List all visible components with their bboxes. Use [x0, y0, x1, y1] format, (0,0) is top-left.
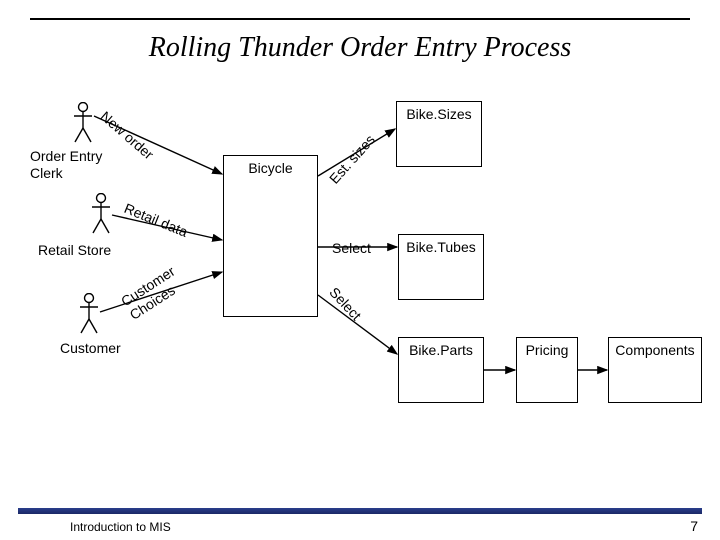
box-bikeparts: Bike.Parts [398, 337, 484, 403]
box-biketubes-label: Bike.Tubes [406, 239, 476, 255]
box-bicycle-label: Bicycle [248, 160, 292, 176]
top-rule [30, 18, 690, 20]
box-pricing: Pricing [516, 337, 578, 403]
box-components-label: Components [615, 342, 694, 358]
box-bikesizes: Bike.Sizes [396, 101, 482, 167]
slide: Rolling Thunder Order Entry Process Bicy… [0, 0, 720, 540]
box-bikesizes-label: Bike.Sizes [406, 106, 471, 122]
footer-right: 7 [690, 518, 698, 534]
edge-est-sizes: Est. sizes [326, 131, 378, 186]
edge-select-parts: Select [326, 284, 364, 323]
retail-icon [90, 193, 112, 235]
box-biketubes: Bike.Tubes [398, 234, 484, 300]
edge-retail-data: Retail data [122, 200, 190, 240]
slide-title: Rolling Thunder Order Entry Process [0, 32, 720, 64]
box-pricing-label: Pricing [526, 342, 569, 358]
clerk-icon [72, 102, 94, 144]
box-components: Components [608, 337, 702, 403]
customer-icon [78, 293, 100, 335]
footer-left: Introduction to MIS [70, 520, 171, 534]
edge-new-order: New order [98, 108, 157, 162]
box-bikeparts-label: Bike.Parts [409, 342, 473, 358]
arrows-layer [0, 0, 720, 540]
clerk-label: Order Entry Clerk [30, 148, 102, 182]
bottom-rule [18, 508, 702, 514]
edge-customer-choices: Customer Choices [118, 263, 186, 323]
box-bicycle: Bicycle [223, 155, 318, 317]
retail-label: Retail Store [38, 242, 111, 258]
edge-select-tubes: Select [332, 240, 371, 256]
customer-label: Customer [60, 340, 121, 356]
